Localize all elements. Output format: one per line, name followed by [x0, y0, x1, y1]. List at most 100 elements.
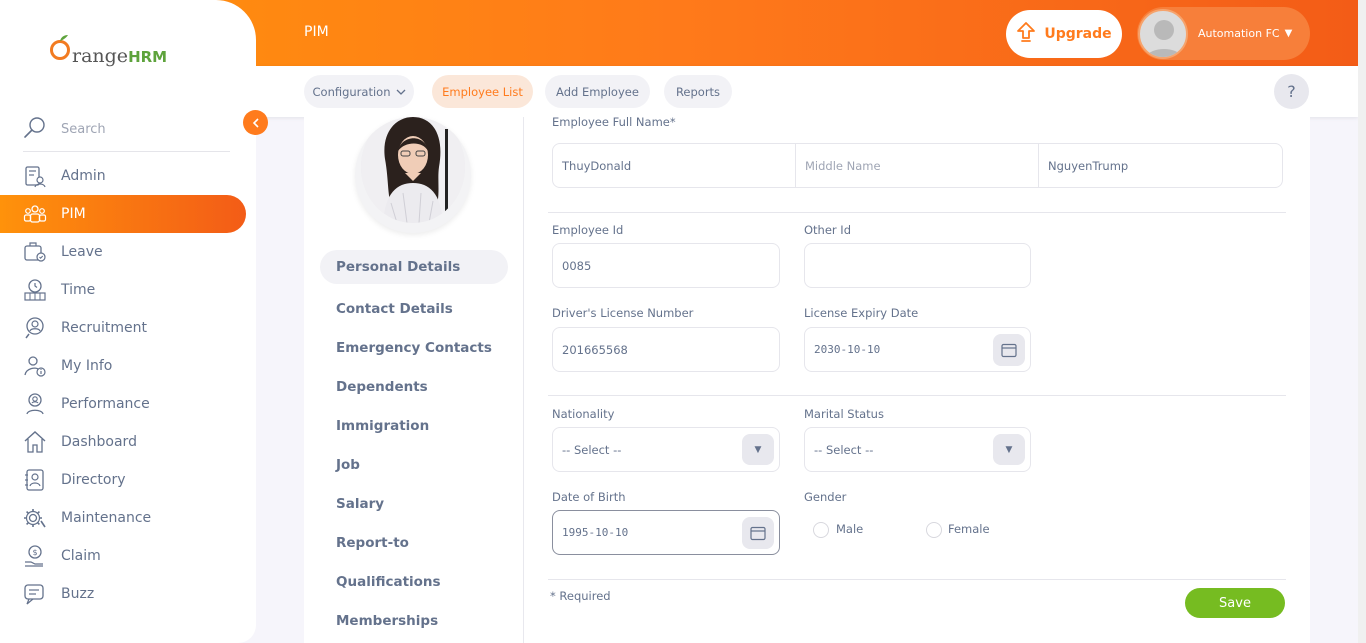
dob-value: 1995-10-10: [562, 526, 629, 539]
sidebar-item-label: PIM: [61, 206, 86, 222]
gender-label: Gender: [804, 490, 847, 504]
employee-photo-image: [361, 117, 465, 223]
tab-dependents[interactable]: Dependents: [320, 367, 508, 406]
scrollbar[interactable]: [1358, 0, 1366, 643]
sub-navigation: Configuration Employee List Add Employee…: [256, 66, 1358, 117]
main-menu: Admin PIM Leave Time Recruitment My Info…: [0, 157, 256, 613]
leave-icon: [23, 240, 47, 264]
dob-field[interactable]: 1995-10-10: [552, 510, 780, 555]
tab-configuration[interactable]: Configuration: [304, 75, 414, 108]
first-name-field[interactable]: ThuyDonald: [552, 143, 796, 188]
sidebar-item-label: Time: [61, 282, 96, 298]
upgrade-arrow-icon: [1016, 21, 1036, 47]
page-title: PIM: [304, 24, 329, 40]
tab-emergency-contacts[interactable]: Emergency Contacts: [320, 328, 508, 367]
chevron-down-icon: [396, 85, 406, 99]
tab-immigration[interactable]: Immigration: [320, 406, 508, 445]
recruitment-icon: [23, 316, 47, 340]
employee-photo[interactable]: [355, 117, 471, 233]
tab-contact-details[interactable]: Contact Details: [320, 289, 508, 328]
gender-female-label: Female: [948, 522, 990, 536]
tab-job[interactable]: Job: [320, 445, 508, 484]
employee-tabs-panel: Personal Details Contact Details Emergen…: [304, 117, 524, 643]
help-button[interactable]: ?: [1274, 74, 1309, 109]
gear-icon: [23, 506, 47, 530]
sidebar: range HRM Search Admin PIM Leave Time Re…: [0, 0, 256, 643]
buzz-icon: [23, 582, 47, 606]
sidebar-item-label: Directory: [61, 472, 126, 488]
sidebar-item-my-info[interactable]: My Info: [0, 347, 256, 385]
other-id-field[interactable]: [804, 243, 1031, 288]
upgrade-label: Upgrade: [1044, 26, 1112, 42]
sidebar-item-label: Dashboard: [61, 434, 137, 450]
pim-icon: [23, 202, 47, 226]
orangehrm-logo: range HRM: [48, 32, 167, 67]
my-info-icon: [23, 354, 47, 378]
employee-tab-list: Personal Details Contact Details Emergen…: [320, 250, 508, 640]
employee-id-field[interactable]: 0085: [552, 243, 780, 288]
nationality-select[interactable]: -- Select -- ▼: [552, 427, 780, 472]
tab-salary[interactable]: Salary: [320, 484, 508, 523]
section-divider: [548, 212, 1286, 213]
tab-reports[interactable]: Reports: [664, 75, 732, 108]
orange-logo-icon: [50, 35, 70, 60]
sidebar-item-dashboard[interactable]: Dashboard: [0, 423, 256, 461]
sidebar-item-claim[interactable]: $ Claim: [0, 537, 256, 575]
gender-female-radio[interactable]: [926, 522, 942, 538]
sidebar-collapse-button[interactable]: [243, 110, 268, 135]
search-input[interactable]: Search: [61, 122, 106, 137]
tab-personal-details[interactable]: Personal Details: [320, 250, 508, 284]
user-menu[interactable]: Automation FC ▼: [1137, 7, 1310, 60]
marital-status-label: Marital Status: [804, 407, 884, 421]
sidebar-item-label: Recruitment: [61, 320, 148, 336]
employee-id-label: Employee Id: [552, 223, 624, 237]
directory-icon: [23, 468, 47, 492]
tab-add-employee[interactable]: Add Employee: [545, 75, 650, 108]
sidebar-item-maintenance[interactable]: Maintenance: [0, 499, 256, 537]
sidebar-item-label: Claim: [61, 548, 101, 564]
sidebar-item-pim[interactable]: PIM: [0, 195, 246, 233]
license-expiry-field[interactable]: 2030-10-10: [804, 327, 1031, 372]
last-name-field[interactable]: NguyenTrump: [1038, 143, 1283, 188]
calendar-icon[interactable]: [993, 334, 1025, 366]
marital-status-select[interactable]: -- Select -- ▼: [804, 427, 1031, 472]
section-divider: [548, 395, 1286, 396]
caret-down-icon: ▼: [993, 434, 1025, 465]
time-icon: [23, 278, 47, 302]
tab-employee-list[interactable]: Employee List: [432, 75, 533, 108]
sidebar-item-label: Leave: [61, 244, 103, 260]
performance-icon: [23, 392, 47, 416]
brand-text: range: [72, 45, 129, 67]
marital-status-value: -- Select --: [814, 442, 874, 457]
sidebar-item-admin[interactable]: Admin: [0, 157, 256, 195]
full-name-label: Employee Full Name*: [552, 115, 676, 129]
sidebar-item-recruitment[interactable]: Recruitment: [0, 309, 256, 347]
license-expiry-value: 2030-10-10: [814, 343, 881, 356]
upgrade-button[interactable]: Upgrade: [1006, 10, 1122, 58]
sidebar-item-label: My Info: [61, 358, 113, 374]
sidebar-item-leave[interactable]: Leave: [0, 233, 256, 271]
license-field[interactable]: 201665568: [552, 327, 780, 372]
brand-hrm: HRM: [128, 48, 168, 66]
middle-name-field[interactable]: Middle Name: [795, 143, 1039, 188]
sidebar-item-directory[interactable]: Directory: [0, 461, 256, 499]
claim-icon: $: [23, 544, 47, 568]
tab-memberships[interactable]: Memberships: [320, 601, 508, 640]
tab-report-to[interactable]: Report-to: [320, 523, 508, 562]
sidebar-item-label: Maintenance: [61, 510, 152, 526]
sidebar-item-buzz[interactable]: Buzz: [0, 575, 256, 613]
other-id-label: Other Id: [804, 223, 851, 237]
calendar-icon[interactable]: [742, 517, 774, 549]
sidebar-item-time[interactable]: Time: [0, 271, 256, 309]
sidebar-search[interactable]: Search: [23, 108, 230, 152]
search-icon: [23, 116, 47, 144]
gender-male-label: Male: [836, 522, 864, 536]
save-button[interactable]: Save: [1185, 588, 1285, 618]
gender-male-radio[interactable]: [813, 522, 829, 538]
tab-qualifications[interactable]: Qualifications: [320, 562, 508, 601]
section-divider: [548, 579, 1286, 580]
avatar: [1138, 8, 1188, 59]
dob-label: Date of Birth: [552, 490, 626, 504]
required-note: * Required: [550, 589, 611, 603]
sidebar-item-performance[interactable]: Performance: [0, 385, 256, 423]
